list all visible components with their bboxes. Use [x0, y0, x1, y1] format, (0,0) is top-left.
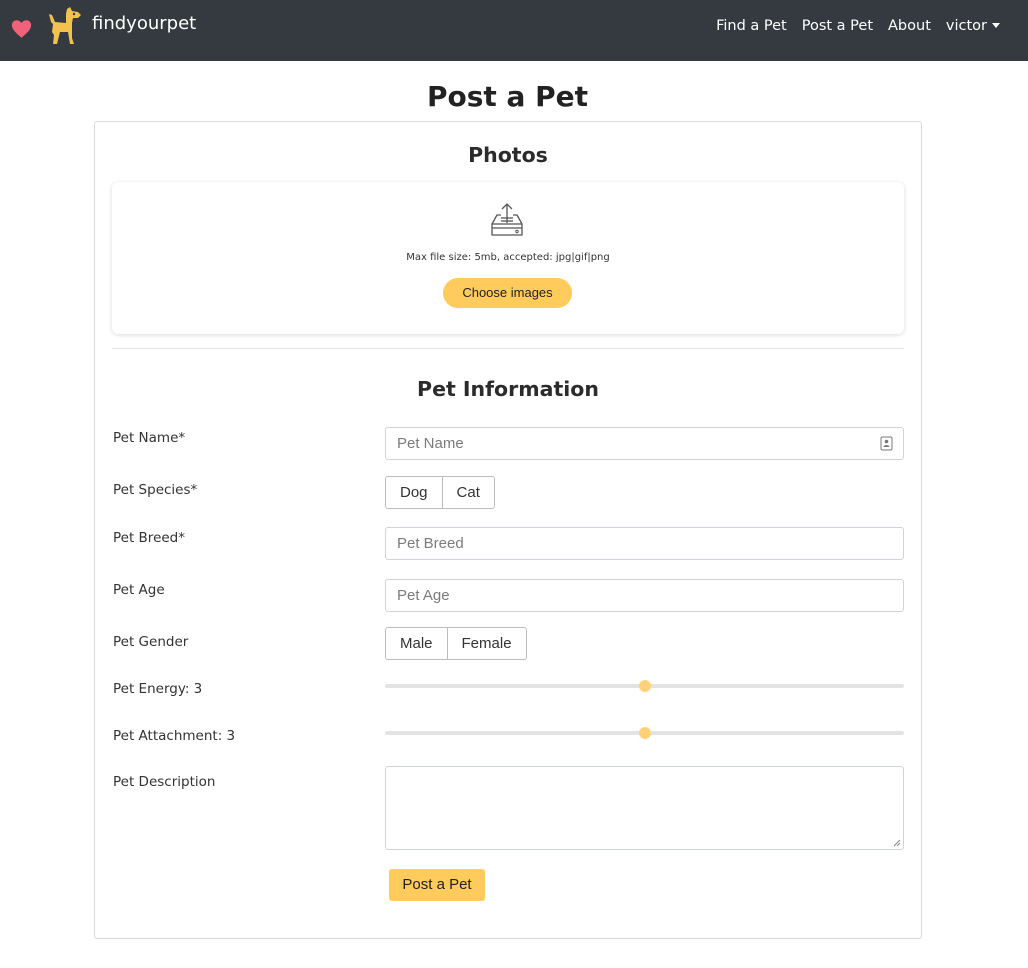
pet-description-label: Pet Description: [113, 774, 216, 790]
choose-images-button[interactable]: Choose images: [443, 278, 572, 308]
dog-icon[interactable]: [45, 5, 85, 45]
page-title: Post a Pet: [426, 80, 589, 113]
pet-name-placeholder: Pet Name: [397, 435, 464, 452]
resize-grip-icon[interactable]: [893, 839, 901, 847]
caret-down-icon: [992, 23, 1000, 28]
pet-age-placeholder: Pet Age: [397, 587, 450, 604]
pet-species-label: Pet Species*: [113, 482, 198, 498]
pet-energy-slider[interactable]: [385, 680, 904, 692]
post-pet-card: Photos Max file size: 5mb, accepted: jpg…: [94, 121, 922, 939]
nav-post-a-pet[interactable]: Post a Pet: [802, 18, 873, 34]
pet-breed-input[interactable]: Pet Breed: [385, 527, 904, 560]
pet-gender-toggle: Male Female: [385, 627, 527, 660]
pet-species-toggle: Dog Cat: [385, 476, 495, 509]
upload-note: Max file size: 5mb, accepted: jpg|gif|pn…: [406, 252, 610, 263]
photos-title: Photos: [468, 143, 548, 167]
contact-card-icon[interactable]: [880, 436, 893, 451]
pet-gender-label: Pet Gender: [113, 634, 189, 650]
pet-information-title: Pet Information: [417, 377, 599, 401]
pet-breed-label: Pet Breed*: [113, 530, 185, 546]
pet-breed-placeholder: Pet Breed: [397, 535, 464, 552]
pet-attachment-label: Pet Attachment: 3: [113, 728, 236, 744]
user-name: victor: [945, 18, 987, 34]
pet-age-input[interactable]: Pet Age: [385, 579, 904, 612]
photo-dropzone[interactable]: Max file size: 5mb, accepted: jpg|gif|pn…: [112, 182, 904, 334]
heart-icon[interactable]: [11, 19, 32, 39]
nav-links: Find a Pet Post a Pet About victor: [701, 18, 1000, 34]
pet-energy-label: Pet Energy: 3: [113, 681, 203, 697]
post-a-pet-button[interactable]: Post a Pet: [389, 869, 485, 901]
gender-male-button[interactable]: Male: [385, 627, 448, 660]
pet-name-label: Pet Name*: [113, 430, 186, 446]
brand-name[interactable]: findyourpet: [92, 13, 196, 34]
navbar: findyourpet Find a Pet Post a Pet About …: [0, 0, 1028, 61]
slider-thumb[interactable]: [638, 727, 651, 739]
pet-description-textarea[interactable]: [385, 766, 904, 850]
gender-female-button[interactable]: Female: [447, 627, 527, 660]
inbox-upload-icon: [491, 203, 523, 236]
slider-thumb[interactable]: [638, 680, 651, 692]
pet-attachment-slider[interactable]: [385, 727, 904, 739]
pet-age-label: Pet Age: [113, 582, 165, 598]
nav-about[interactable]: About: [888, 18, 931, 34]
species-dog-button[interactable]: Dog: [385, 476, 443, 509]
nav-find-a-pet[interactable]: Find a Pet: [716, 18, 787, 34]
pet-name-input[interactable]: Pet Name: [385, 427, 904, 460]
user-menu[interactable]: victor: [946, 18, 1000, 34]
species-cat-button[interactable]: Cat: [442, 476, 495, 509]
section-divider: [112, 348, 904, 349]
